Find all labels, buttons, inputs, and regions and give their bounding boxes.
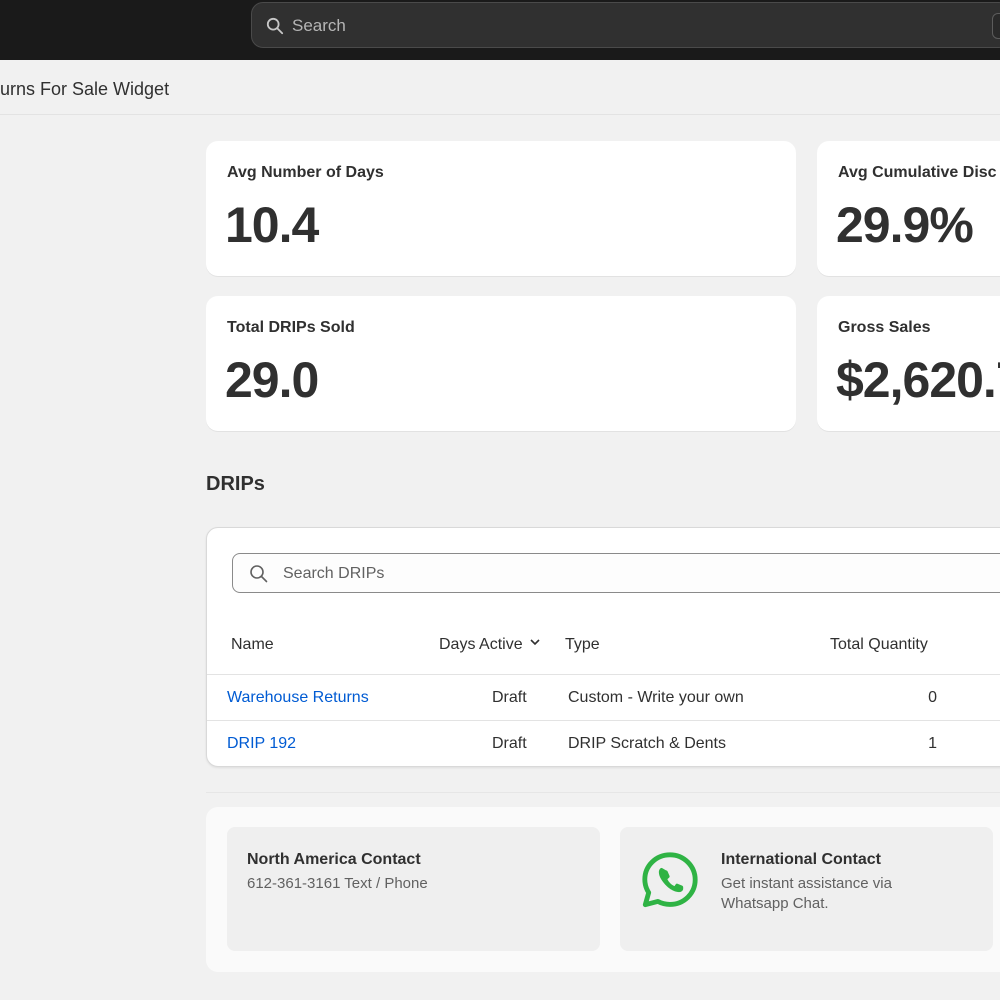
type-cell: DRIP Scratch & Dents bbox=[568, 735, 726, 752]
page-title: urns For Sale Widget bbox=[0, 79, 170, 99]
column-header-total-quantity[interactable]: Total Quantity bbox=[830, 636, 928, 654]
column-header-name[interactable]: Name bbox=[231, 636, 274, 654]
whatsapp-icon[interactable] bbox=[639, 849, 701, 911]
drip-name-link[interactable]: DRIP 192 bbox=[227, 735, 296, 753]
north-america-contact-card: North America Contact 612-361-3161 Text … bbox=[227, 827, 600, 951]
metric-card-total-drips-sold: Total DRIPs Sold 29.0 bbox=[206, 296, 796, 431]
metric-label: Avg Cumulative Disc bbox=[838, 164, 997, 181]
metric-value: 10.4 bbox=[225, 197, 319, 253]
type-cell: Custom - Write your own bbox=[568, 689, 744, 706]
table-row[interactable]: Warehouse Returns Draft Custom - Write y… bbox=[207, 674, 1000, 720]
total-quantity-cell: 1 bbox=[928, 735, 937, 752]
metric-label: Avg Number of Days bbox=[227, 164, 384, 181]
keyboard-shortcut-hint bbox=[992, 13, 1000, 39]
metric-card-avg-days: Avg Number of Days 10.4 bbox=[206, 141, 796, 276]
north-america-contact-title: North America Contact bbox=[247, 851, 421, 868]
top-bar: Search bbox=[0, 0, 1000, 60]
international-contact-card[interactable]: International Contact Get instant assist… bbox=[620, 827, 993, 951]
global-search-bar[interactable]: Search bbox=[251, 2, 1000, 48]
section-divider bbox=[206, 792, 1000, 793]
drips-table-card: Search DRIPs Name Days Active Type Total… bbox=[206, 527, 1000, 767]
international-contact-text: Get instant assistance via Whatsapp Chat… bbox=[721, 875, 892, 912]
column-header-days-active[interactable]: Days Active bbox=[439, 636, 541, 654]
table-row[interactable]: DRIP 192 Draft DRIP Scratch & Dents 1 bbox=[207, 720, 1000, 766]
column-header-days-active-label: Days Active bbox=[439, 636, 523, 653]
drips-search-placeholder: Search DRIPs bbox=[283, 565, 385, 582]
metric-card-avg-discount: Avg Cumulative Disc 29.9% bbox=[817, 141, 1000, 276]
days-active-cell: Draft bbox=[492, 735, 527, 752]
drips-section-title: DRIPs bbox=[206, 473, 265, 495]
drip-name-link[interactable]: Warehouse Returns bbox=[227, 689, 369, 707]
contact-panel: North America Contact 612-361-3161 Text … bbox=[206, 807, 1000, 972]
days-active-cell: Draft bbox=[492, 689, 527, 706]
column-header-type[interactable]: Type bbox=[565, 636, 600, 654]
metric-value: 29.0 bbox=[225, 352, 319, 408]
metric-value: $2,620.7 bbox=[836, 352, 1000, 408]
north-america-contact-text: 612-361-3161 Text / Phone bbox=[247, 875, 428, 892]
metric-label: Gross Sales bbox=[838, 319, 931, 336]
search-icon bbox=[250, 565, 268, 583]
metric-label: Total DRIPs Sold bbox=[227, 319, 355, 336]
total-quantity-cell: 0 bbox=[928, 689, 937, 706]
page-header: urns For Sale Widget bbox=[0, 60, 1000, 115]
drips-search-input[interactable]: Search DRIPs bbox=[232, 553, 1000, 593]
search-icon bbox=[266, 17, 284, 35]
metric-card-gross-sales: Gross Sales $2,620.7 bbox=[817, 296, 1000, 431]
international-contact-title: International Contact bbox=[721, 851, 882, 868]
chevron-down-icon bbox=[530, 639, 540, 646]
metric-value: 29.9% bbox=[836, 197, 974, 253]
global-search-placeholder: Search bbox=[292, 16, 346, 35]
